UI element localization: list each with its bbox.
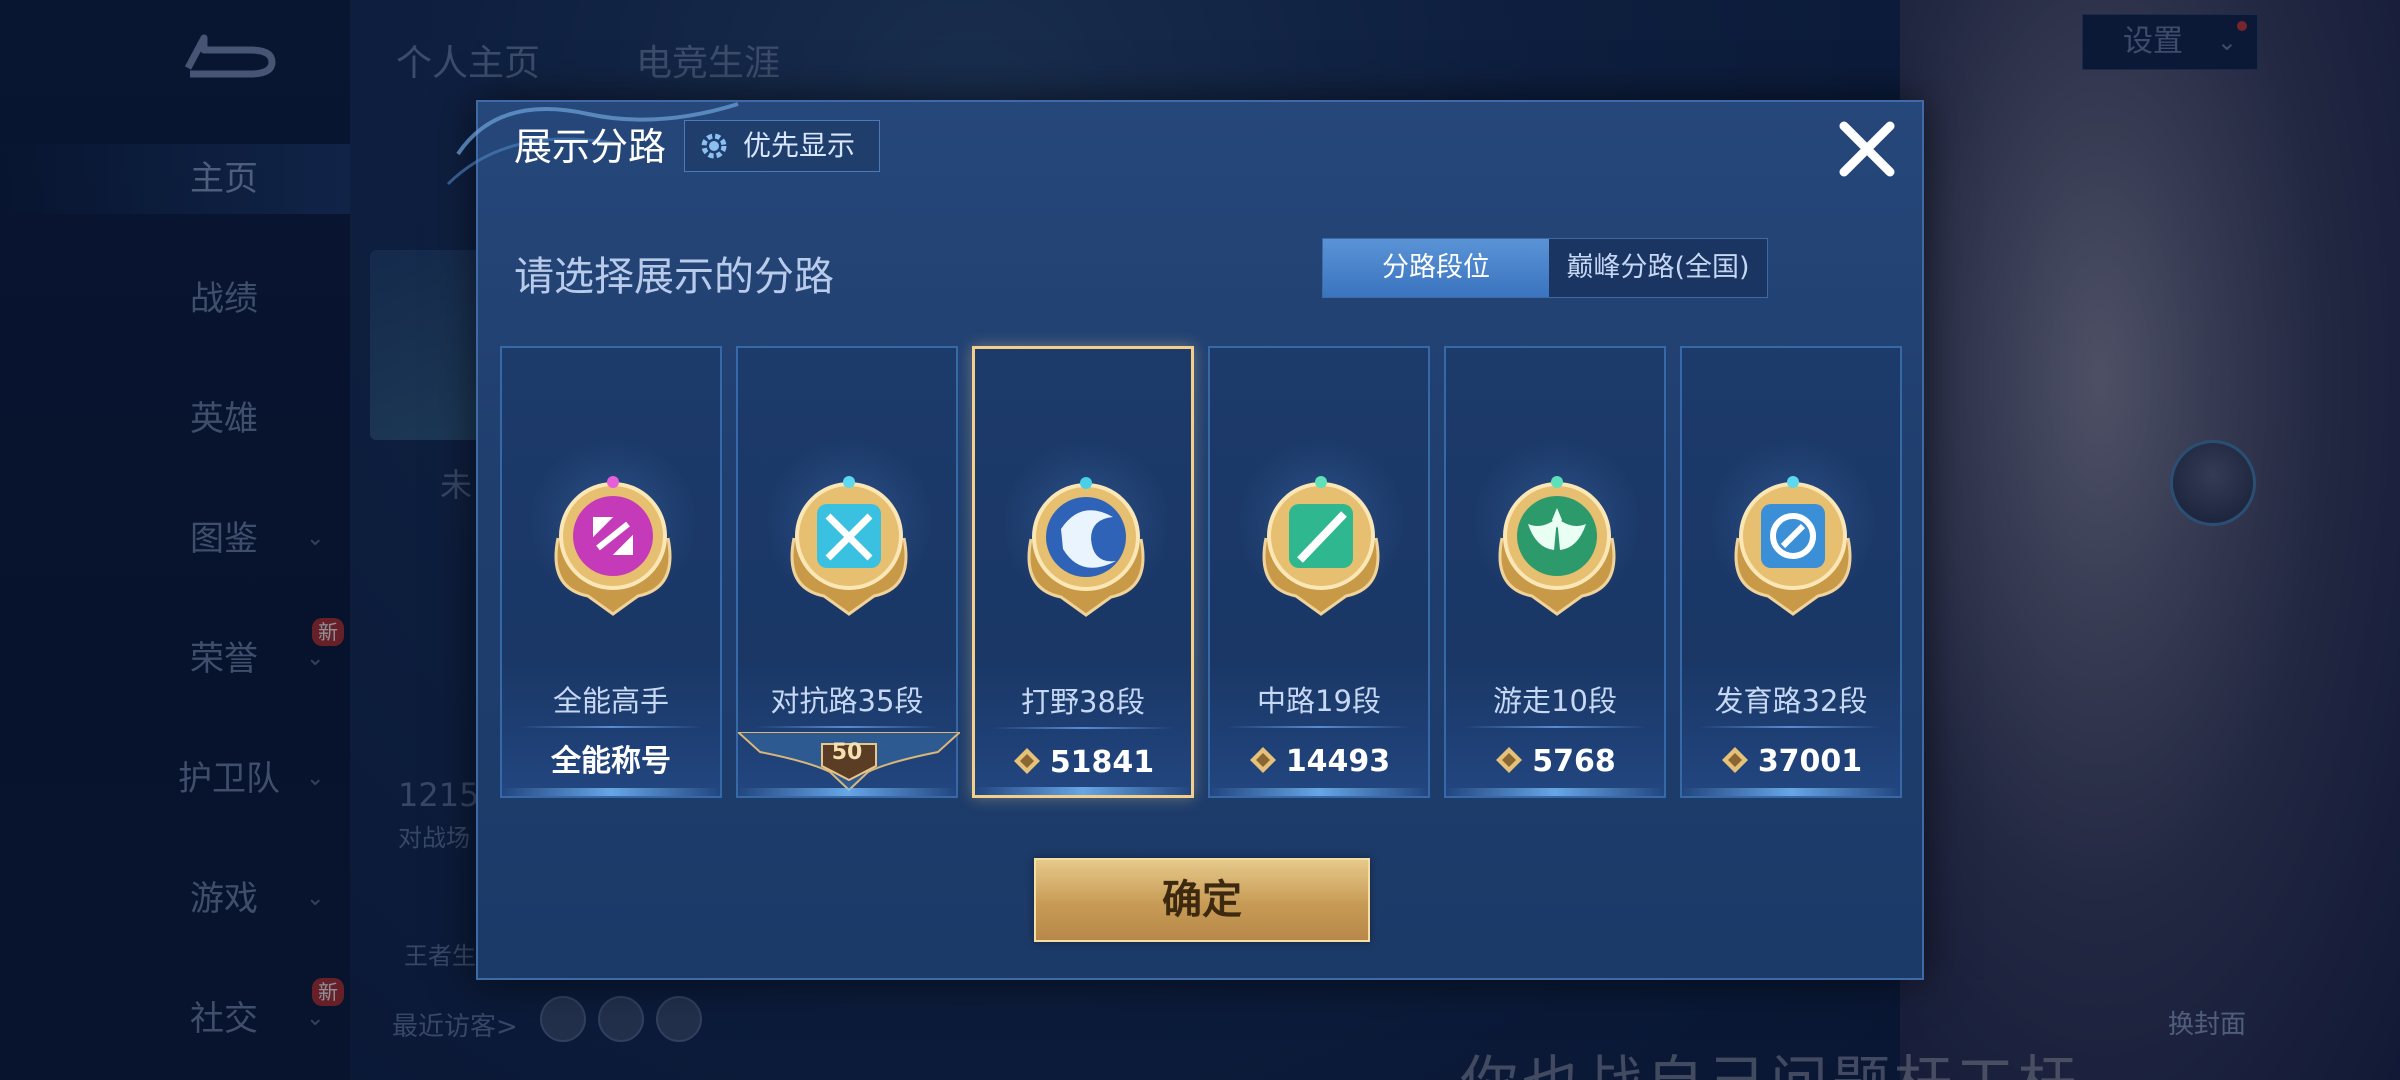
rank-plate-number: 50 [831, 740, 863, 765]
divider [756, 726, 938, 728]
divider [1228, 726, 1410, 728]
lane-card-roam[interactable]: 游走10段 5768 [1444, 346, 1666, 798]
card-glow-bar [738, 788, 956, 796]
priority-display-button[interactable]: 优先显示 [684, 120, 880, 172]
tab-peak-lane-national[interactable]: 巅峰分路(全国) [1549, 239, 1767, 297]
jungle-emblem-icon [1027, 477, 1145, 617]
divider [520, 726, 702, 728]
gear-icon [701, 133, 727, 159]
card-glow-bar [975, 787, 1191, 795]
points-icon [1013, 748, 1040, 774]
mid-lane-emblem-icon [1262, 476, 1380, 616]
confirm-button[interactable]: 确定 [1034, 858, 1370, 942]
card-glow-bar [1682, 788, 1900, 796]
lane-name: 游走10段 [1493, 684, 1617, 718]
top-lane-emblem-icon [790, 476, 908, 616]
lane-points: 14493 [1210, 740, 1428, 784]
card-glow-bar [1446, 788, 1664, 796]
divider [1700, 726, 1882, 728]
points-icon [1721, 747, 1748, 773]
tab-lane-rank[interactable]: 分路段位 [1323, 239, 1549, 297]
priority-display-label: 优先显示 [743, 129, 856, 162]
dialog-title: 展示分路 [514, 125, 667, 169]
lane-points-value: 5768 [1532, 744, 1616, 779]
lane-card-farm[interactable]: 发育路32段 37001 [1680, 346, 1902, 798]
lane-name: 打野38段 [1021, 685, 1145, 719]
divider [993, 727, 1173, 729]
lane-name: 发育路32段 [1714, 684, 1868, 718]
divider [1464, 726, 1646, 728]
points-icon [1249, 747, 1276, 773]
card-glow-bar [1210, 788, 1428, 796]
all-round-title-label: 全能称号 [551, 744, 671, 779]
dialog-subtitle: 请选择展示的分路 [514, 254, 834, 300]
lane-points-value: 14493 [1285, 744, 1391, 779]
lane-name: 全能高手 [552, 684, 669, 718]
lane-card-jungle[interactable]: 打野38段 51841 [972, 346, 1194, 798]
roam-emblem-icon [1498, 476, 1616, 616]
lane-card-mid[interactable]: 中路19段 14493 [1208, 346, 1430, 798]
lane-points-value: 37001 [1757, 744, 1863, 779]
points-icon [1496, 747, 1523, 773]
close-icon[interactable] [1834, 116, 1900, 182]
farm-lane-emblem-icon [1734, 476, 1852, 616]
lane-card-top[interactable]: 对抗路35段 50 [736, 346, 960, 798]
card-glow-bar [502, 788, 720, 796]
lane-points: 51841 [975, 741, 1191, 785]
all-round-emblem-icon [554, 476, 672, 616]
lane-mode-tabs: 分路段位 巅峰分路(全国) [1322, 238, 1768, 298]
lane-name: 中路19段 [1257, 684, 1381, 718]
lane-points: 37001 [1682, 740, 1900, 784]
lane-points-value: 51841 [1049, 745, 1155, 780]
lane-name: 对抗路35段 [770, 684, 924, 718]
lane-card-all-round[interactable]: 全能高手 全能称号 [500, 346, 722, 798]
lane-card-list: 全能高手 全能称号 对抗路35段 50 打野38段 51841 中路19段 14… [500, 346, 1904, 798]
lane-display-dialog: 展示分路 优先显示 请选择展示的分路 分路段位 巅峰分路(全国) 全能高手 全能… [446, 100, 1924, 980]
lane-points: 5768 [1446, 740, 1664, 784]
